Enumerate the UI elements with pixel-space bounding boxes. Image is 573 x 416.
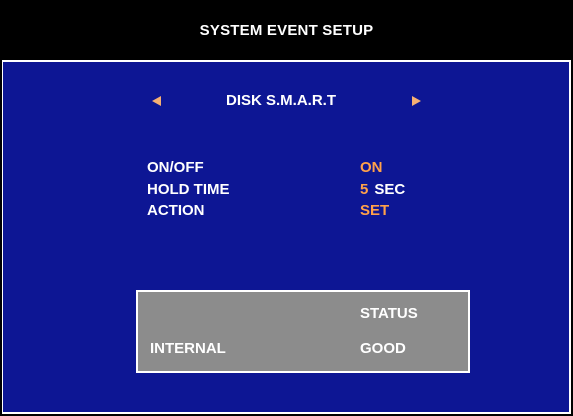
- hold-time-number: 5: [360, 181, 369, 198]
- action-value[interactable]: SET: [360, 202, 389, 220]
- triangle-right-icon[interactable]: [412, 96, 421, 106]
- page-title: SYSTEM EVENT SETUP: [2, 2, 571, 62]
- hold-time-label: HOLD TIME: [147, 181, 230, 198]
- triangle-left-icon[interactable]: [152, 96, 161, 106]
- event-name: DISK S.M.A.R.T: [226, 92, 337, 109]
- frame-bottom-border: [2, 412, 571, 414]
- frame-left-border: [2, 60, 3, 414]
- osd-screen: SYSTEM EVENT SETUP DISK S.M.A.R.T ON/OFF…: [0, 0, 573, 416]
- on-off-value[interactable]: ON: [360, 159, 383, 177]
- action-value-text: SET: [360, 202, 390, 219]
- on-off-value-text: ON: [360, 159, 383, 176]
- hold-time-unit: SEC: [374, 181, 406, 198]
- status-panel: STATUS INTERNAL GOOD: [136, 290, 470, 373]
- internal-disk-status: GOOD: [360, 340, 406, 357]
- action-label: ACTION: [147, 202, 205, 219]
- hold-time-value[interactable]: 5 SEC: [360, 181, 405, 199]
- on-off-label: ON/OFF: [147, 159, 204, 176]
- internal-disk-label: INTERNAL: [150, 340, 226, 357]
- frame-right-border: [569, 60, 571, 414]
- status-header: STATUS: [360, 305, 418, 322]
